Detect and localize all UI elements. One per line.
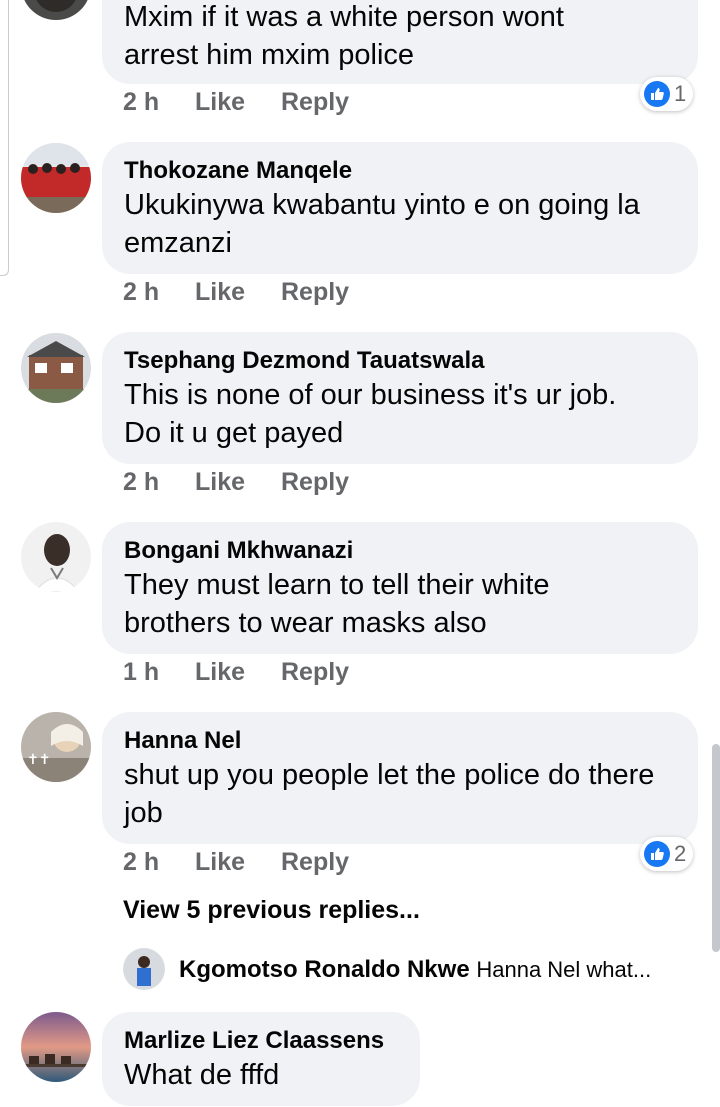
svg-text:✝✝: ✝✝ xyxy=(27,752,50,768)
comment-bubble[interactable]: Marlize Liez Claassens What de fffd xyxy=(102,1012,420,1106)
comment-text-line: What de fffd xyxy=(124,1059,280,1091)
comment-author[interactable]: Hanna Nel xyxy=(124,726,676,756)
avatar[interactable] xyxy=(123,948,165,990)
like-icon xyxy=(644,841,670,867)
reply-preview-text: Kgomotso Ronaldo Nkwe Hanna Nel what... xyxy=(179,956,651,984)
comment-bubble[interactable]: Tsephang Dezmond Tauatswala This is none… xyxy=(102,332,698,464)
avatar[interactable] xyxy=(21,143,91,213)
comment-text-line: brothers to wear masks also xyxy=(124,607,487,639)
comment-author[interactable]: Thokozane Manqele xyxy=(124,156,676,186)
reaction-summary[interactable]: 1 xyxy=(640,77,694,111)
avatar[interactable] xyxy=(21,522,91,592)
reply-button[interactable]: Reply xyxy=(281,468,349,497)
comment-text-line: This is none of our business it's ur job… xyxy=(124,379,617,411)
comment-text-line: shut up you people let the police do the… xyxy=(124,759,655,791)
reply-button[interactable]: Reply xyxy=(281,278,349,307)
comment-author[interactable]: Tsephang Dezmond Tauatswala xyxy=(124,346,676,376)
reaction-count: 1 xyxy=(674,81,687,106)
reaction-count: 2 xyxy=(674,841,687,866)
scrollbar[interactable] xyxy=(712,744,720,952)
comment-text-line: They must learn to tell their white xyxy=(124,569,550,601)
reply-snippet: Hanna Nel what... xyxy=(476,957,652,982)
reply-button[interactable]: Reply xyxy=(281,658,349,687)
comment-author[interactable]: Marlize Liez Claassens xyxy=(124,1026,398,1056)
comment-text-line: job xyxy=(124,797,163,829)
like-button[interactable]: Like xyxy=(195,848,245,877)
avatar[interactable]: ✝✝ xyxy=(21,712,91,782)
comment-bubble[interactable]: Hanna Nel shut up you people let the pol… xyxy=(102,712,698,844)
reply-author[interactable]: Kgomotso Ronaldo Nkwe xyxy=(179,956,470,983)
timestamp: 2 h xyxy=(123,278,160,306)
comment-bubble[interactable]: Thokozane Manqele Ukukinywa kwabantu yin… xyxy=(102,142,698,274)
reply-button[interactable]: Reply xyxy=(281,848,349,877)
comment-author[interactable]: Bongani Mkhwanazi xyxy=(124,536,676,566)
view-previous-replies-link[interactable]: View 5 previous replies... xyxy=(123,896,420,925)
comment-text-line: Mxim if it was a white person wont xyxy=(124,1,564,33)
comment-bubble[interactable]: Bongani Mkhwanazi They must learn to tel… xyxy=(102,522,698,654)
previous-thread-line xyxy=(0,0,9,276)
like-button[interactable]: Like xyxy=(195,278,245,307)
comment-text-line: emzanzi xyxy=(124,227,232,259)
like-icon xyxy=(644,81,670,107)
comment-text-line: Do it u get payed xyxy=(124,417,344,449)
like-button[interactable]: Like xyxy=(195,658,245,687)
comment-bubble[interactable]: Mxim if it was a white person wont arres… xyxy=(102,0,698,84)
reply-button[interactable]: Reply xyxy=(281,88,349,117)
timestamp: 2 h xyxy=(123,848,160,876)
timestamp: 2 h xyxy=(123,468,160,496)
avatar[interactable] xyxy=(21,0,91,20)
comment-text-line: Ukukinywa kwabantu yinto e on going la xyxy=(124,189,640,221)
avatar[interactable] xyxy=(21,1012,91,1082)
like-button[interactable]: Like xyxy=(195,468,245,497)
timestamp: 2 h xyxy=(123,88,160,116)
comment-text-line: arrest him mxim police xyxy=(124,39,415,71)
reaction-summary[interactable]: 2 xyxy=(640,837,694,871)
avatar[interactable] xyxy=(21,333,91,403)
like-button[interactable]: Like xyxy=(195,88,245,117)
timestamp: 1 h xyxy=(123,658,160,686)
